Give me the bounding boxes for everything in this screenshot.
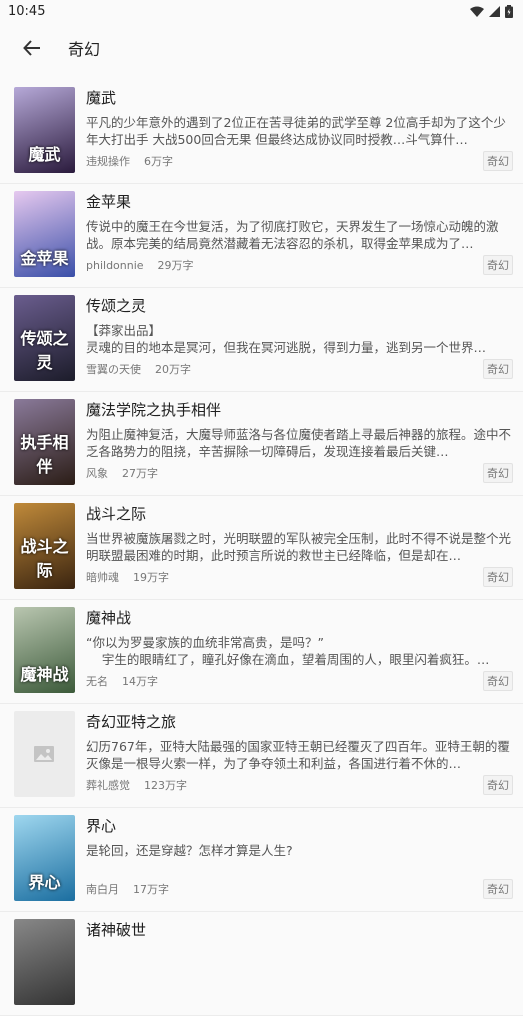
book-info: 奇幻亚特之旅幻历767年，亚特大陆最强的国家亚特王朝已经覆灭了四百年。亚特王朝的… (86, 711, 513, 801)
book-meta: 违规操作 6万字 奇幻 (86, 151, 513, 171)
book-word-count: 6万字 (144, 155, 173, 168)
book-cover[interactable] (14, 711, 75, 797)
book-description: 当世界被魔族屠戮之时，光明联盟的军队被完全压制，此时不得不说是整个光明联盟最困难… (86, 531, 512, 563)
book-word-count: 27万字 (122, 467, 158, 480)
book-meta: phildonnie 29万字 奇幻 (86, 255, 513, 275)
book-author: 无名 (86, 675, 108, 688)
book-description (86, 946, 513, 980)
cover-title: 魔武 (28, 145, 61, 164)
book-description: 传说中的魔王在今世复活，为了彻底打败它，天界发生了一场惊心动魄的激战。原本完美的… (86, 219, 499, 251)
book-info: 魔法学院之执手相伴为阻止魔神复活，大魔导师蓝洛与各位魔使者踏上寻最后神器的旅程。… (86, 399, 513, 489)
book-item[interactable]: 金苹果 金苹果 传说中的魔王在今世复活，为了彻底打败它，天界发生了一场惊心动魄的激战… (0, 184, 523, 288)
book-meta: 风象 27万字 奇幻 (86, 463, 513, 483)
book-info: 魔武平凡的少年意外的遇到了2位正在苦寻徒弟的武学至尊 2位高手却为了这个少年大打… (86, 87, 513, 177)
book-meta: 南白月 17万字 奇幻 (86, 879, 513, 899)
book-title: 魔法学院之执手相伴 (86, 401, 222, 419)
image-placeholder-icon (34, 746, 54, 762)
cover-title: 传颂之灵 (20, 329, 69, 372)
book-meta: 葬礼感觉 123万字 奇幻 (86, 775, 513, 795)
genre-badge: 奇幻 (483, 151, 513, 171)
book-description: “你以为罗曼家族的血统非常高贵，是吗？” 宇生的眼睛红了，瞳孔好像在滴血，望着周… (86, 635, 490, 667)
book-description: 平凡的少年意外的遇到了2位正在苦寻徒弟的武学至尊 2位高手却为了这个少年大打出手… (86, 115, 506, 147)
book-meta: 暗帅魂 19万字 奇幻 (86, 567, 513, 587)
book-description: 幻历767年，亚特大陆最强的国家亚特王朝已经覆灭了四百年。亚特王朝的覆灭像是一根… (86, 739, 510, 771)
book-description: 【莽家出品】 灵魂的目的地本是冥河，但我在冥河逃脱，得到力量，逃到另一个世界… (86, 323, 487, 355)
book-author: 暗帅魂 (86, 571, 119, 584)
genre-badge: 奇幻 (483, 463, 513, 483)
book-info: 界心是轮回，还是穿越？怎样才算是人生? 南白月 17万字 奇幻 (86, 815, 513, 905)
genre-badge: 奇幻 (483, 879, 513, 899)
status-bar: 10:45 (0, 0, 523, 22)
arrow-left-icon (23, 40, 40, 56)
book-title: 诸神破世 (86, 921, 147, 939)
app-bar: 奇幻 (0, 22, 523, 74)
genre-badge: 奇幻 (483, 567, 513, 587)
book-author: 风象 (86, 467, 108, 480)
genre-badge: 奇幻 (483, 255, 513, 275)
book-info: 传颂之灵【莽家出品】 灵魂的目的地本是冥河，但我在冥河逃脱，得到力量，逃到另一个… (86, 295, 513, 385)
book-author: 南白月 (86, 883, 119, 896)
book-title: 奇幻亚特之旅 (86, 713, 177, 731)
book-cover[interactable]: 界心 (14, 815, 75, 901)
book-item[interactable]: 战斗之际 战斗之际 当世界被魔族屠戮之时，光明联盟的军队被完全压制，此时不得不说是整… (0, 496, 523, 600)
book-title: 传颂之灵 (86, 297, 147, 315)
book-description: 是轮回，还是穿越？怎样才算是人生? (86, 843, 293, 858)
book-item[interactable]: 魔神战 魔神战 “你以为罗曼家族的血统非常高贵，是吗？” 宇生的眼睛红了，瞳孔好像在… (0, 600, 523, 704)
status-icons (470, 4, 513, 18)
cover-title: 执手相伴 (20, 433, 69, 476)
book-list: 魔武 魔武 平凡的少年意外的遇到了2位正在苦寻徒弟的武学至尊 2位高手却为了这个少年… (0, 80, 523, 1016)
book-word-count: 20万字 (155, 363, 191, 376)
book-title: 界心 (86, 817, 117, 835)
book-word-count: 123万字 (144, 779, 187, 792)
book-cover[interactable]: 传颂之灵 (14, 295, 75, 381)
book-meta: 无名 14万字 奇幻 (86, 671, 513, 691)
cover-title: 金苹果 (20, 249, 69, 268)
genre-badge: 奇幻 (483, 671, 513, 691)
book-item[interactable]: 魔武 魔武 平凡的少年意外的遇到了2位正在苦寻徒弟的武学至尊 2位高手却为了这个少年… (0, 80, 523, 184)
genre-badge: 奇幻 (483, 359, 513, 379)
book-description: 为阻止魔神复活，大魔导师蓝洛与各位魔使者踏上寻最后神器的旅程。途中不乏各路势力的… (86, 427, 512, 459)
page-title: 奇幻 (68, 40, 101, 59)
book-item[interactable]: 界心 界心 是轮回，还是穿越？怎样才算是人生? 南白月 17万字 奇幻 (0, 808, 523, 912)
book-author: 违规操作 (86, 155, 130, 168)
status-time: 10:45 (8, 3, 46, 19)
book-info: 魔神战 “你以为罗曼家族的血统非常高贵，是吗？” 宇生的眼睛红了，瞳孔好像在滴血，… (86, 607, 513, 697)
book-item[interactable]: 执手相伴 魔法学院之执手相伴为阻止魔神复活，大魔导师蓝洛与各位魔使者踏上寻最后神器… (0, 392, 523, 496)
cover-title: 魔神战 (20, 665, 69, 684)
book-title: 魔神战 (86, 609, 132, 627)
book-title: 战斗之际 (86, 505, 147, 523)
book-cover[interactable]: 战斗之际 (14, 503, 75, 589)
book-word-count: 19万字 (133, 571, 169, 584)
book-word-count: 14万字 (122, 675, 158, 688)
wifi-icon (470, 6, 484, 17)
book-meta: 雪翼の天使 20万字 奇幻 (86, 359, 513, 379)
book-item[interactable]: 诸神破世 (0, 912, 523, 1016)
book-title: 魔武 (86, 89, 117, 107)
book-cover[interactable]: 金苹果 (14, 191, 75, 277)
book-info: 战斗之际当世界被魔族屠戮之时，光明联盟的军队被完全压制，此时不得不说是整个光明联… (86, 503, 513, 593)
book-info: 诸神破世 (86, 919, 513, 1009)
cover-title: 战斗之际 (20, 537, 69, 580)
book-cover[interactable]: 执手相伴 (14, 399, 75, 485)
book-author: 葬礼感觉 (86, 779, 130, 792)
cover-title: 界心 (28, 873, 61, 892)
genre-badge: 奇幻 (483, 775, 513, 795)
book-cover[interactable]: 魔神战 (14, 607, 75, 693)
book-cover[interactable]: 魔武 (14, 87, 75, 173)
book-author: 雪翼の天使 (86, 363, 141, 376)
book-word-count: 17万字 (133, 883, 169, 896)
book-item[interactable]: 奇幻亚特之旅幻历767年，亚特大陆最强的国家亚特王朝已经覆灭了四百年。亚特王朝的… (0, 704, 523, 808)
book-info: 金苹果传说中的魔王在今世复活，为了彻底打败它，天界发生了一场惊心动魄的激战。原本… (86, 191, 513, 281)
signal-icon (489, 5, 500, 17)
book-item[interactable]: 传颂之灵 传颂之灵 【莽家出品】 灵魂的目的地本是冥河，但我在冥河逃脱，得到力量，逃… (0, 288, 523, 392)
book-title: 金苹果 (86, 193, 132, 211)
book-author: phildonnie (86, 258, 144, 272)
battery-icon (505, 4, 513, 18)
back-button[interactable] (10, 26, 54, 70)
book-word-count: 29万字 (157, 259, 194, 272)
book-cover[interactable] (14, 919, 75, 1005)
